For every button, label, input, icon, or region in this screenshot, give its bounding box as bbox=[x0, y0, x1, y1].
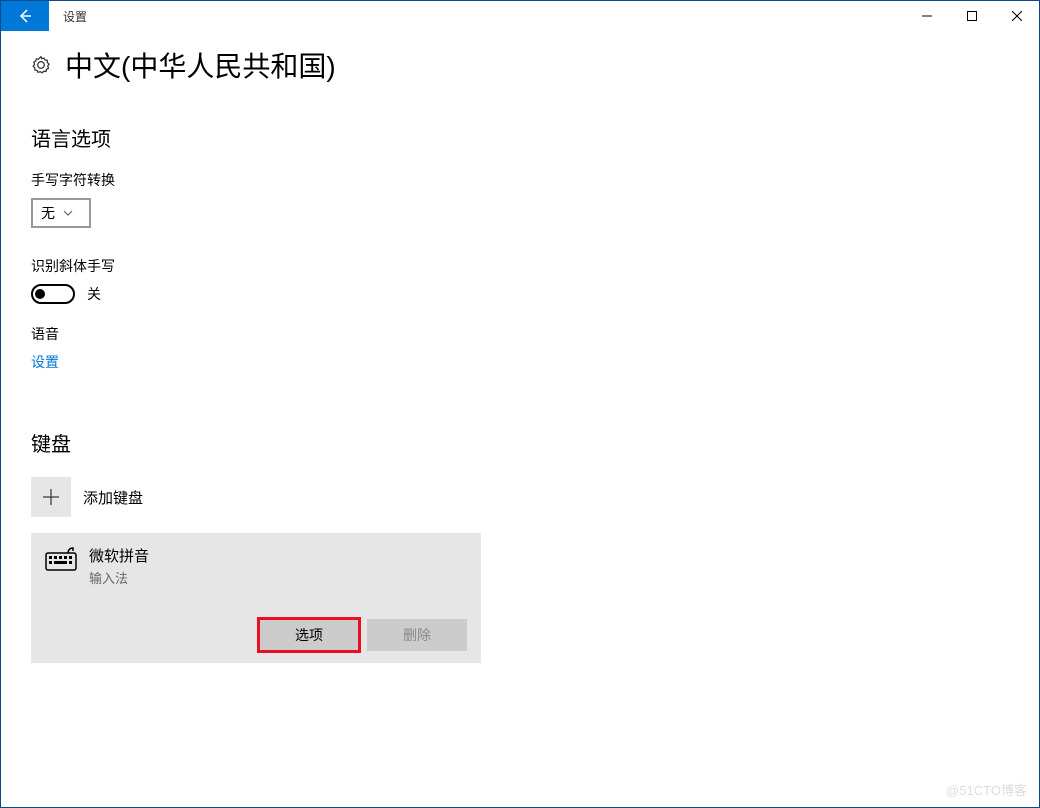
ime-header: 微软拼音 输入法 bbox=[45, 545, 467, 587]
gear-icon bbox=[31, 55, 51, 75]
keyboard-section: 键盘 添加键盘 微软拼音 输入法 选项 bbox=[31, 428, 1009, 663]
dropdown-value: 无 bbox=[41, 203, 55, 223]
window-controls bbox=[904, 1, 1039, 31]
italic-handwriting-toggle-row: 关 bbox=[31, 284, 1009, 304]
watermark: @51CTO博客 bbox=[946, 780, 1027, 799]
keyboard-icon bbox=[45, 547, 77, 571]
page-header: 中文(中华人民共和国) bbox=[31, 45, 1009, 85]
maximize-icon bbox=[967, 11, 977, 21]
content-area: 中文(中华人民共和国) 语言选项 手写字符转换 无 识别斜体手写 关 语音 设置… bbox=[1, 31, 1039, 663]
section-keyboard: 键盘 bbox=[31, 428, 1009, 457]
ime-name: 微软拼音 bbox=[89, 545, 149, 566]
minimize-icon bbox=[922, 11, 932, 21]
handwriting-conversion-label: 手写字符转换 bbox=[31, 170, 1009, 190]
ime-text: 微软拼音 输入法 bbox=[89, 545, 149, 587]
ime-options-button[interactable]: 选项 bbox=[259, 619, 359, 651]
voice-settings-link[interactable]: 设置 bbox=[31, 352, 59, 372]
ime-subtitle: 输入法 bbox=[89, 568, 149, 587]
page-title: 中文(中华人民共和国) bbox=[65, 45, 336, 85]
close-button[interactable] bbox=[994, 1, 1039, 31]
add-keyboard-label: 添加键盘 bbox=[83, 487, 143, 508]
window-title: 设置 bbox=[63, 8, 87, 25]
voice-label: 语音 bbox=[31, 324, 1009, 344]
italic-handwriting-toggle[interactable] bbox=[31, 284, 75, 304]
arrow-left-icon bbox=[17, 8, 33, 24]
add-keyboard-button[interactable]: 添加键盘 bbox=[31, 475, 1009, 519]
maximize-button[interactable] bbox=[949, 1, 994, 31]
back-button[interactable] bbox=[1, 1, 49, 31]
toggle-state-label: 关 bbox=[87, 284, 101, 304]
italic-handwriting-label: 识别斜体手写 bbox=[31, 256, 1009, 276]
plus-icon bbox=[42, 488, 60, 506]
plus-icon-box bbox=[31, 477, 71, 517]
ime-buttons: 选项 删除 bbox=[45, 619, 467, 651]
ime-delete-button[interactable]: 删除 bbox=[367, 619, 467, 651]
ime-card[interactable]: 微软拼音 输入法 选项 删除 bbox=[31, 533, 481, 663]
minimize-button[interactable] bbox=[904, 1, 949, 31]
titlebar: 设置 bbox=[1, 1, 1039, 31]
section-language-options: 语言选项 bbox=[31, 123, 1009, 152]
chevron-down-icon bbox=[63, 210, 73, 216]
toggle-knob bbox=[35, 289, 45, 299]
handwriting-conversion-dropdown[interactable]: 无 bbox=[31, 198, 91, 228]
close-icon bbox=[1012, 11, 1022, 21]
